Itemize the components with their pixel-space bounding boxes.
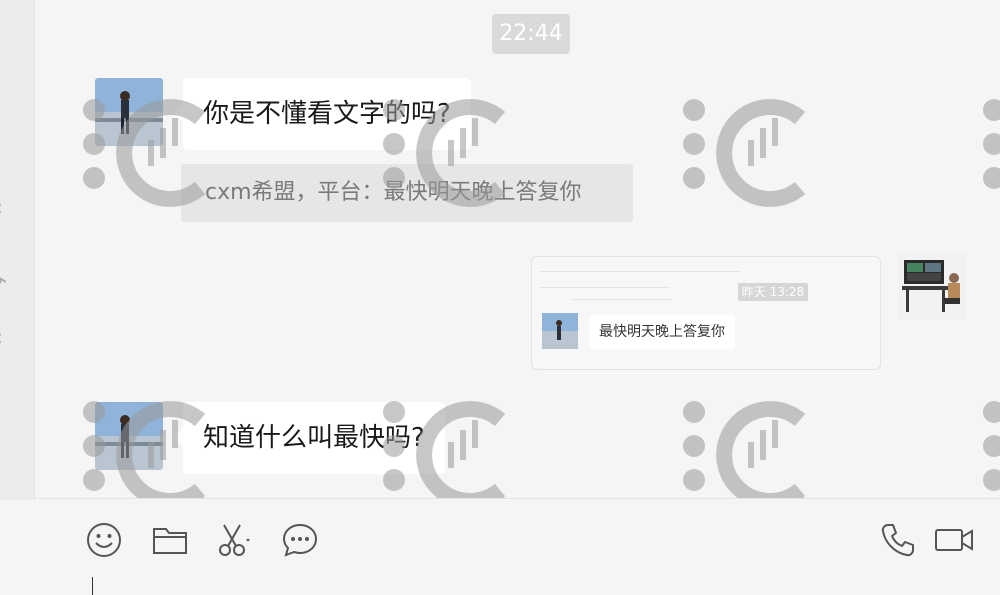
incoming-message-bubble[interactable]: 你是不懂看文字的吗? (174, 78, 471, 150)
scissors-icon[interactable] (216, 521, 254, 559)
chevron-icon: ‹ (0, 326, 3, 351)
contact-avatar[interactable] (95, 78, 163, 146)
image-mini-avatar (542, 313, 578, 349)
incoming-message-bubble[interactable]: 知道什么叫最快吗? (174, 402, 445, 474)
message-timestamp: 22:44 (492, 14, 570, 54)
image-line (540, 271, 740, 272)
chat-bubble-icon[interactable] (281, 521, 319, 559)
avatar-photo (898, 252, 966, 320)
glyph-icon: ⌁ (0, 268, 8, 293)
avatar-photo (95, 402, 163, 470)
chat-message-area[interactable]: 22:44 你是不懂看文字的吗? cxm希盟，平台：最快明天晚上答复你 昨天 1… (35, 0, 1000, 498)
phone-icon[interactable] (879, 521, 917, 559)
avatar-photo (95, 78, 163, 146)
folder-icon[interactable] (151, 521, 189, 559)
sent-image-message[interactable]: 昨天 13:28 最快明天晚上答复你 (531, 256, 881, 370)
image-time-label: 昨天 13:28 (738, 283, 808, 301)
watermark-logo (980, 390, 1000, 498)
quoted-message[interactable]: cxm希盟，平台：最快明天晚上答复你 (181, 164, 633, 222)
video-icon[interactable] (933, 521, 975, 559)
text-caret (92, 577, 93, 595)
image-line (572, 299, 672, 300)
emoji-icon[interactable] (85, 521, 123, 559)
watermark-logo (680, 88, 830, 218)
watermark-logo (980, 88, 1000, 218)
image-line (540, 287, 670, 288)
left-sidebar-strip: ‹ ⌁ ‹ (0, 0, 35, 500)
chevron-icon: ‹ (0, 196, 3, 221)
contact-avatar[interactable] (95, 402, 163, 470)
message-input-area[interactable] (35, 499, 1000, 595)
image-inner-bubble: 最快明天晚上答复你 (589, 315, 735, 349)
my-avatar[interactable] (898, 252, 966, 320)
watermark-logo (680, 390, 830, 498)
